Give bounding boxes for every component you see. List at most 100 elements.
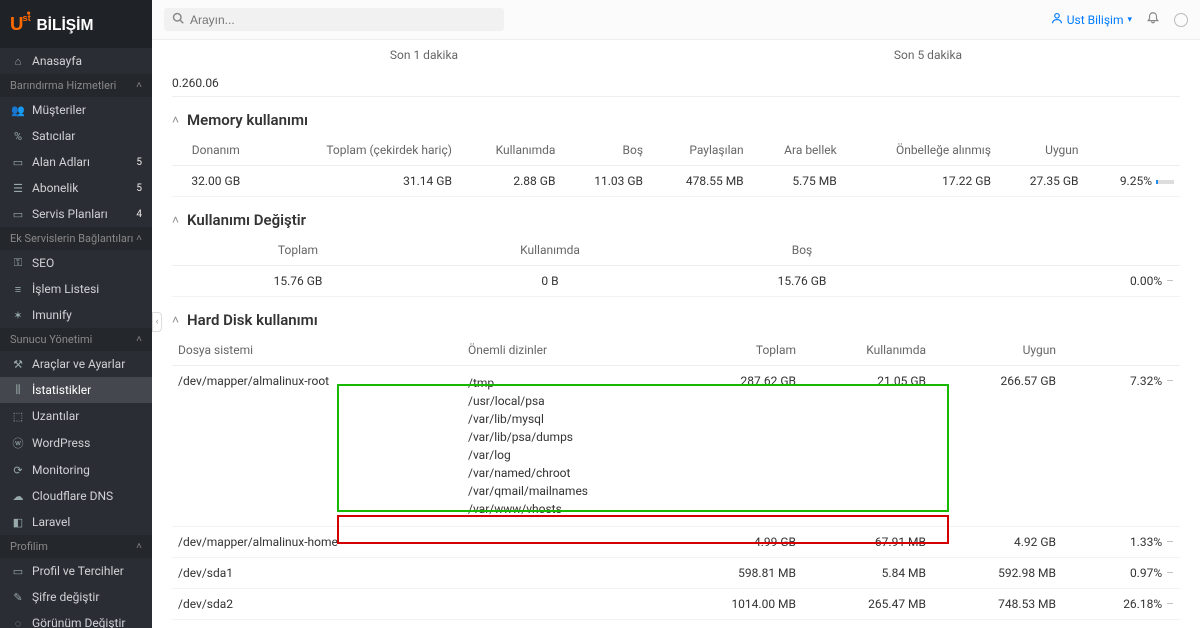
table-cell: 287.62 GB — [632, 366, 802, 527]
table-cell: 598.81 MB — [632, 558, 802, 589]
sidebar-item[interactable]: ✶ Imunify — [0, 302, 152, 328]
sidebar-item[interactable]: ≡İşlem Listesi — [0, 276, 152, 302]
table-cell: 21.05 GB — [802, 366, 932, 527]
table-cell: 31.14 GB — [260, 166, 458, 197]
table-cell: 27.35 GB — [997, 166, 1085, 197]
sidebar-item[interactable]: %Satıcılar — [0, 123, 152, 149]
search-input[interactable] — [190, 13, 496, 27]
sidebar-item[interactable]: ▭Alan Adları5 — [0, 149, 152, 175]
user-icon — [1051, 12, 1063, 27]
search-box[interactable] — [164, 8, 504, 31]
col-header: Ara bellek — [750, 135, 843, 166]
table-cell: 2.88 GB — [458, 166, 561, 197]
sidebar-item-label: Laravel — [32, 515, 142, 529]
table-row: /dev/mapper/almalinux-home4.99 GB67.91 M… — [172, 527, 1180, 558]
brand-logo[interactable]: U st BİLİŞİM — [0, 0, 152, 48]
sidebar-item[interactable]: ☁Cloudflare DNS — [0, 483, 152, 509]
sidebar-section-ext[interactable]: Ek Servislerin Bağlantıları˄ — [0, 227, 152, 250]
nav-icon: ✎ — [10, 591, 26, 604]
table-row: /dev/mapper/almalinux-root/tmp/usr/local… — [172, 366, 1180, 527]
sidebar-item-label: Profil ve Tercihler — [32, 564, 142, 578]
table-cell: 592.98 MB — [932, 558, 1062, 589]
dirs-cell: /tmp/usr/local/psa/var/lib/mysql/var/lib… — [462, 366, 632, 527]
sidebar-item[interactable]: ◌Görünüm Değiştir — [0, 610, 152, 628]
topbar: Ust Bilişim ▾ — [152, 0, 1200, 40]
sidebar-item-label: Müşteriler — [32, 103, 142, 117]
chevron-up-icon: ˄ — [136, 334, 142, 345]
load-5m-value: 0.06 — [195, 70, 218, 96]
table-cell: 15.76 GB — [172, 266, 424, 297]
load-5m-label: Son 5 dakika — [676, 44, 1180, 66]
chevron-up-icon: ˄ — [172, 213, 179, 227]
table-cell: 11.03 GB — [561, 166, 649, 197]
sidebar-item[interactable]: ⫼ İstatistikler — [0, 377, 152, 403]
table-cell: 265.47 MB — [802, 589, 932, 620]
table-cell: 4.92 GB — [932, 527, 1062, 558]
sidebar-item[interactable]: ✎Şifre değiştir — [0, 584, 152, 610]
sidebar-item-label: Cloudflare DNS — [32, 489, 142, 503]
nav-icon: ✶ — [10, 309, 26, 322]
user-label: Ust Bilişim — [1067, 13, 1124, 27]
table-cell: 4.99 GB — [632, 527, 802, 558]
bell-icon[interactable] — [1146, 11, 1160, 28]
table-cell: 748.53 MB — [932, 589, 1062, 620]
section-disk-head[interactable]: ˄ Hard Disk kullanımı — [172, 311, 1180, 329]
pct-cell: 26.18%– — [1062, 589, 1180, 620]
pct-cell: 0.97%– — [1062, 558, 1180, 589]
chevron-up-icon: ˄ — [136, 80, 142, 91]
sidebar-item[interactable]: ☰Abonelik5 — [0, 175, 152, 201]
sidebar-item[interactable]: ⌂Anasayfa — [0, 48, 152, 74]
sidebar-section-server[interactable]: Sunucu Yönetimi˄ — [0, 328, 152, 351]
col-header: Donanım — [172, 135, 260, 166]
sidebar-item[interactable]: ◧Laravel — [0, 509, 152, 535]
sidebar-item[interactable]: 👥Müşteriler — [0, 97, 152, 123]
sidebar-item-label: İstatistikler — [32, 383, 142, 397]
sidebar-item-label: Monitoring — [32, 463, 142, 477]
help-icon[interactable] — [1174, 13, 1188, 27]
nav-icon: ⬚ — [10, 410, 26, 423]
sidebar-item[interactable]: ⓦWordPress — [0, 429, 152, 457]
table-cell: 5.84 MB — [802, 558, 932, 589]
section-memory-head[interactable]: ˄ Memory kullanımı — [172, 111, 1180, 129]
col-header: Boş — [561, 135, 649, 166]
user-menu[interactable]: Ust Bilişim ▾ — [1051, 12, 1132, 27]
sidebar-item-label: Imunify — [32, 308, 142, 322]
table-cell: 478.55 MB — [649, 166, 750, 197]
chevron-up-icon: ˄ — [136, 541, 142, 552]
sidebar-item[interactable]: ⬚Uzantılar — [0, 403, 152, 429]
chevron-down-icon: ▾ — [1127, 15, 1132, 25]
nav-icon: ⫼ — [10, 383, 26, 397]
col-header: Önbelleğe alınmış — [843, 135, 997, 166]
col-header: Toplam — [632, 335, 802, 366]
load-header-row: Son 1 dakika Son 5 dakika — [172, 44, 1180, 66]
memory-table: DonanımToplam (çekirdek hariç)Kullanımda… — [172, 135, 1180, 197]
sidebar-item-label: Alan Adları — [32, 155, 136, 169]
sidebar-item[interactable]: ⚿SEO — [0, 250, 152, 276]
nav-icon: ▭ — [10, 156, 26, 169]
chevron-up-icon: ˄ — [172, 313, 179, 327]
search-icon — [172, 12, 184, 27]
table-cell: 0.00%– — [928, 266, 1180, 297]
sidebar: U st BİLİŞİM ⌂Anasayfa Barındırma Hizmet… — [0, 0, 152, 628]
sidebar-item[interactable]: ⚒Araçlar ve Ayarlar — [0, 351, 152, 377]
dirs-cell — [462, 527, 632, 558]
sidebar-item[interactable]: ▭Profil ve Tercihler — [0, 558, 152, 584]
sidebar-section-profile[interactable]: Profilim˄ — [0, 535, 152, 558]
nav-icon: ☰ — [10, 182, 26, 195]
sidebar-item[interactable]: ⟳Monitoring — [0, 457, 152, 483]
table-cell: 266.57 GB — [932, 366, 1062, 527]
col-header: Önemli dizinler — [462, 335, 632, 366]
table-row: /dev/sda21014.00 MB265.47 MB748.53 MB26.… — [172, 589, 1180, 620]
nav-icon: ◌ — [10, 617, 26, 628]
sidebar-item-label: Araçlar ve Ayarlar — [32, 357, 142, 371]
svg-text:BİLİŞİM: BİLİŞİM — [36, 17, 93, 34]
sidebar-section-hosting[interactable]: Barındırma Hizmetleri˄ — [0, 74, 152, 97]
sidebar-item-label: Anasayfa — [32, 54, 142, 68]
col-header: Kullanımda — [458, 135, 561, 166]
col-header — [1062, 335, 1180, 366]
disk-table: Dosya sistemiÖnemli dizinlerToplamKullan… — [172, 335, 1180, 620]
section-swap-head[interactable]: ˄ Kullanımı Değiştir — [172, 211, 1180, 229]
svg-text:U: U — [10, 13, 23, 34]
sidebar-item[interactable]: ▭Servis Planları4 — [0, 201, 152, 227]
col-header: Dosya sistemi — [172, 335, 462, 366]
